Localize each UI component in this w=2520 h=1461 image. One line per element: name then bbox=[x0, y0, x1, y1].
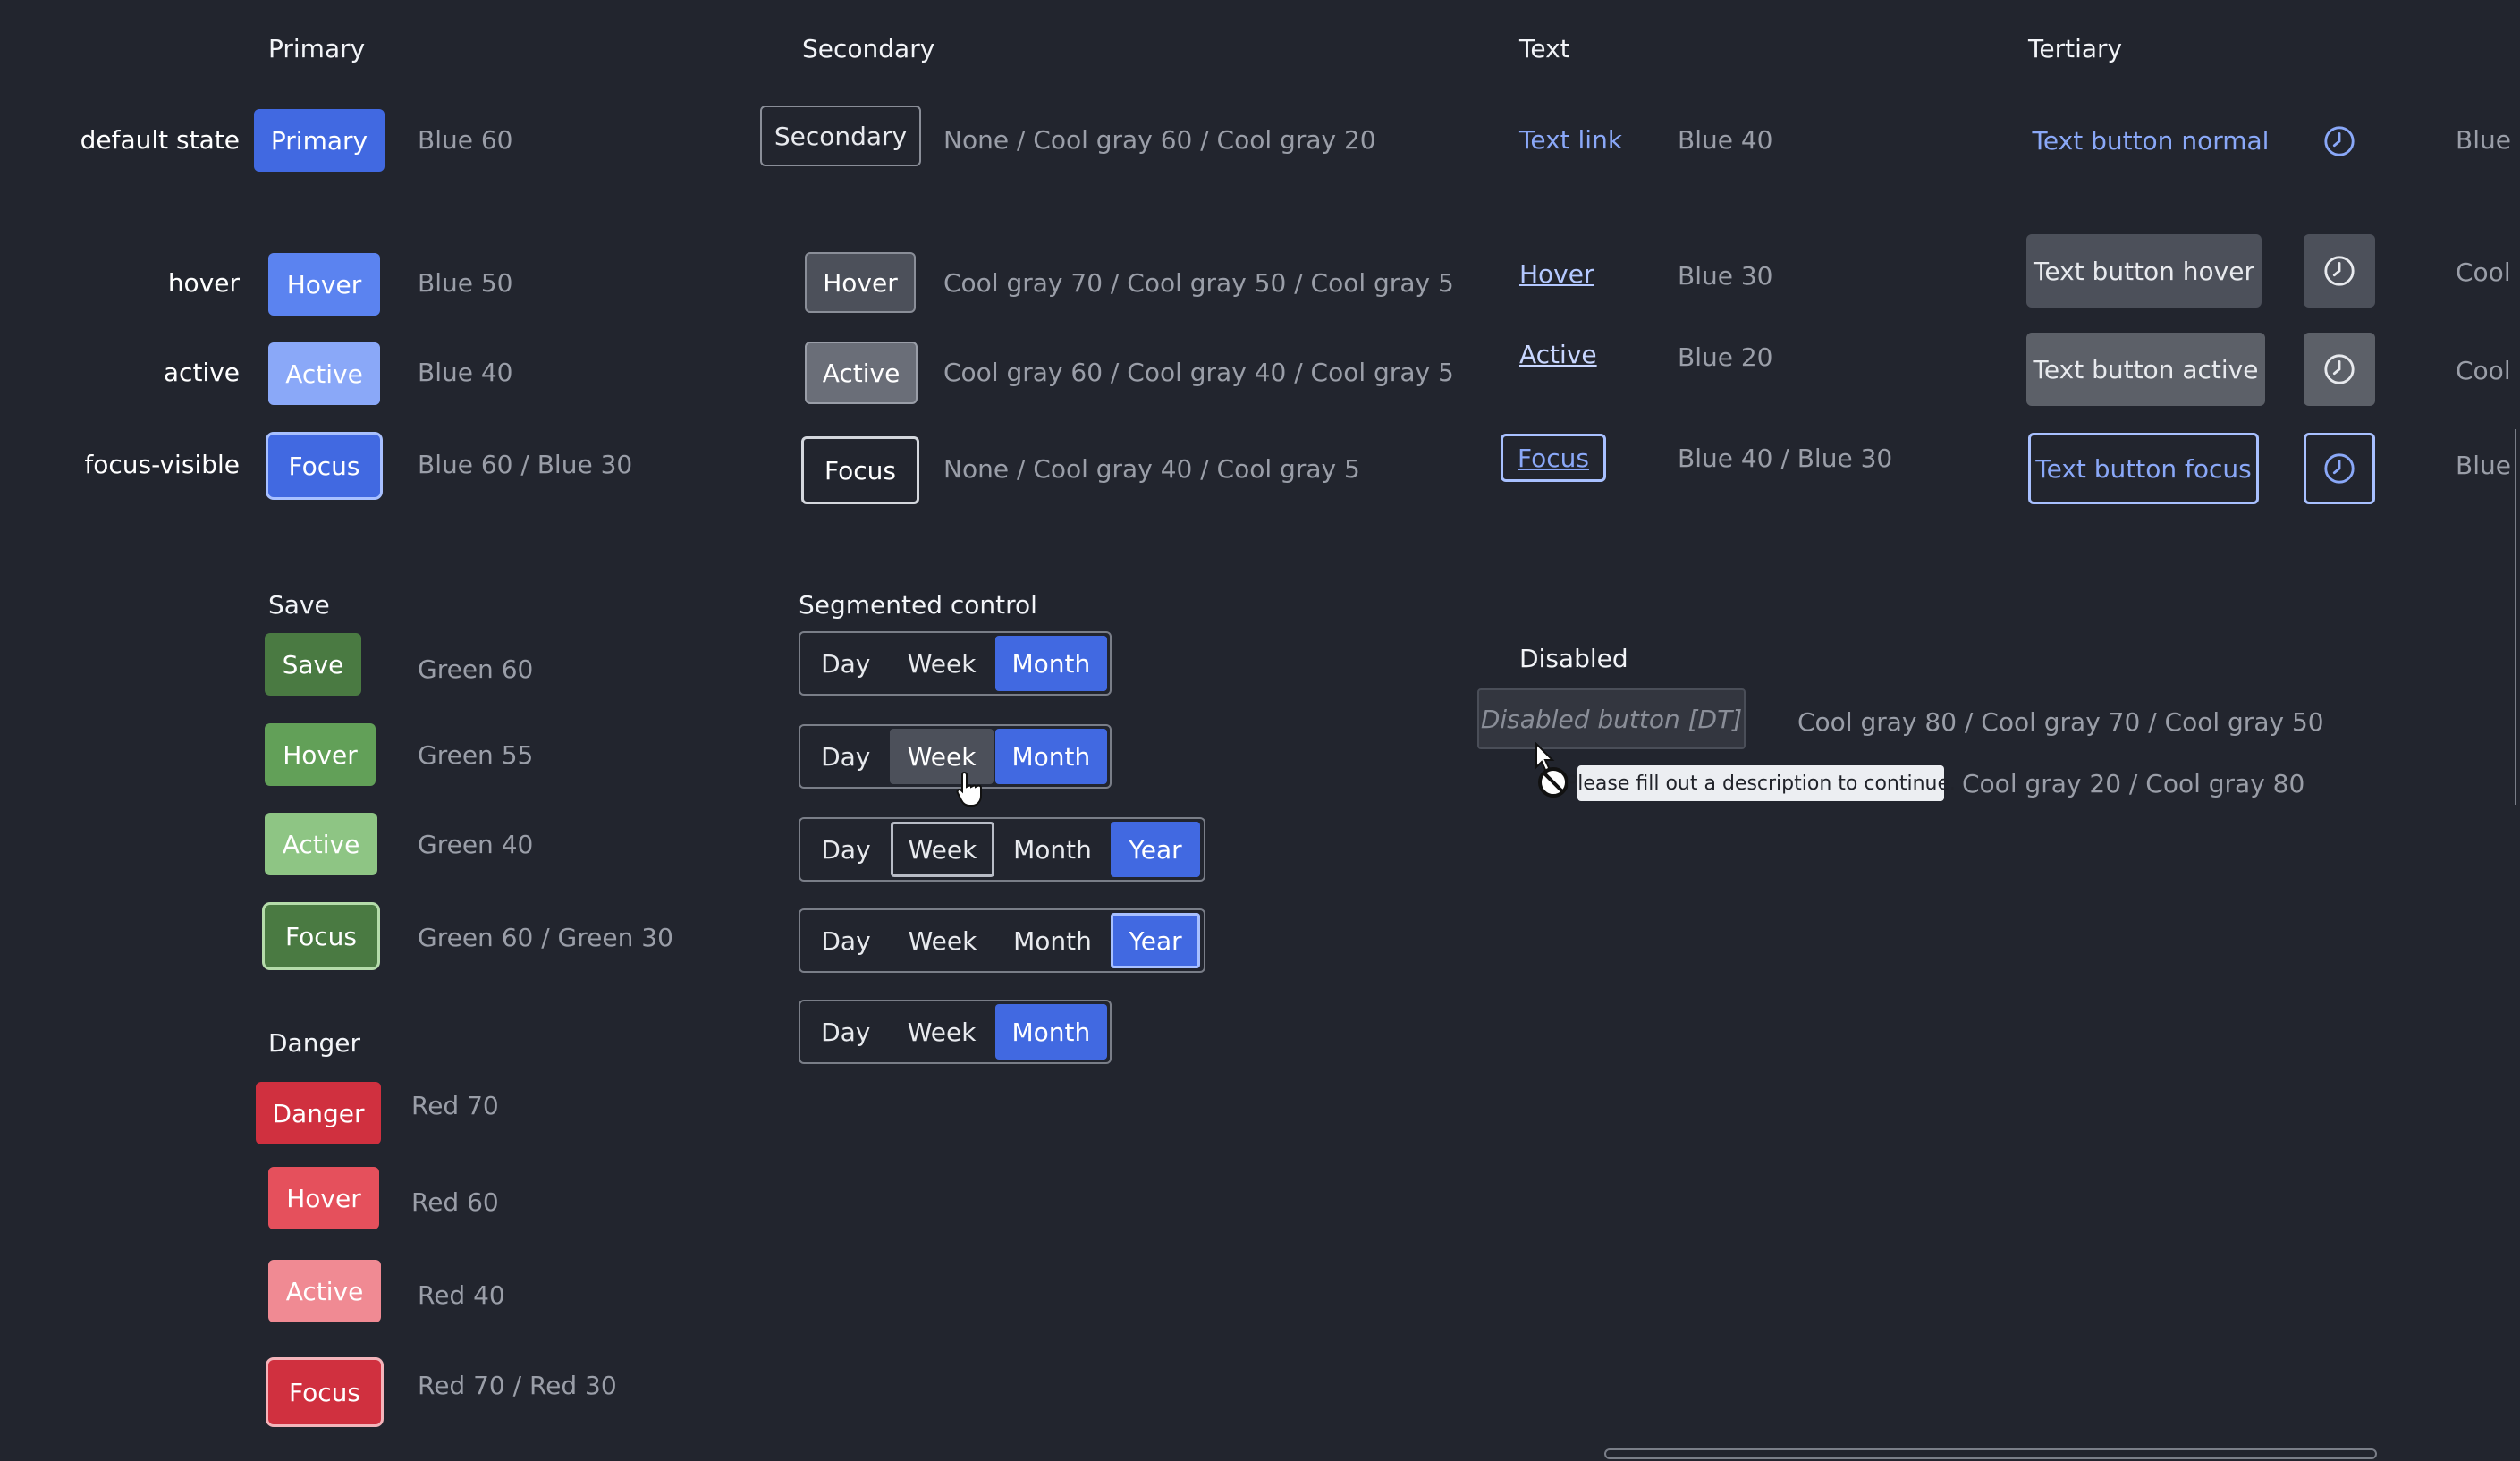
danger-active-note: Red 40 bbox=[418, 1280, 505, 1310]
text-link-focus-note: Blue 40 / Blue 30 bbox=[1678, 443, 1893, 473]
save-hover-note: Green 55 bbox=[418, 740, 534, 770]
text-button-active[interactable]: Text button active bbox=[2026, 333, 2265, 406]
clock-icon bbox=[2324, 256, 2355, 286]
heading-primary: Primary bbox=[268, 34, 366, 63]
segment-year[interactable]: Year bbox=[1111, 913, 1200, 968]
segment-year[interactable]: Year bbox=[1111, 822, 1200, 877]
disabled-button[interactable]: Disabled button [DT] bbox=[1477, 688, 1746, 749]
save-active-button[interactable]: Active bbox=[265, 813, 377, 875]
danger-default-note: Red 70 bbox=[411, 1091, 499, 1120]
primary-default-note: Blue 60 bbox=[418, 125, 513, 155]
secondary-hover-note: Cool gray 70 / Cool gray 50 / Cool gray … bbox=[943, 268, 1454, 298]
save-focus-note: Green 60 / Green 30 bbox=[418, 923, 673, 952]
state-label-focus: focus-visible bbox=[84, 450, 240, 479]
secondary-active-note: Cool gray 60 / Cool gray 40 / Cool gray … bbox=[943, 358, 1454, 387]
danger-hover-button[interactable]: Hover bbox=[268, 1167, 379, 1229]
danger-focus-button[interactable]: Focus bbox=[268, 1360, 381, 1424]
text-button-normal[interactable]: Text button normal bbox=[2025, 109, 2276, 172]
secondary-button[interactable]: Secondary bbox=[760, 106, 921, 166]
danger-focus-note: Red 70 / Red 30 bbox=[418, 1371, 617, 1400]
primary-active-note: Blue 40 bbox=[418, 358, 513, 387]
segment-week[interactable]: Week bbox=[891, 913, 994, 968]
heading-danger: Danger bbox=[268, 1028, 360, 1058]
clock-icon bbox=[2324, 354, 2355, 384]
tooltip: Please fill out a description to continu… bbox=[1566, 765, 1956, 801]
text-button-focus[interactable]: Text button focus bbox=[2028, 433, 2259, 504]
tertiary-focus-note: Blue 4 bbox=[2456, 451, 2520, 480]
heading-text: Text bbox=[1519, 34, 1570, 63]
tertiary-active-note: Cool g bbox=[2456, 356, 2520, 385]
primary-active-button[interactable]: Active bbox=[268, 342, 380, 405]
tooltip-note: Cool gray 20 / Cool gray 80 bbox=[1962, 769, 2305, 798]
segment-week[interactable]: Week bbox=[891, 822, 994, 877]
save-default-note: Green 60 bbox=[418, 654, 534, 684]
primary-focus-note: Blue 60 / Blue 30 bbox=[418, 450, 633, 479]
segment-day[interactable]: Day bbox=[803, 913, 889, 968]
state-label-default: default state bbox=[80, 125, 240, 155]
danger-hover-note: Red 60 bbox=[411, 1187, 499, 1217]
segmented-control-focus: Day Week Month Year bbox=[799, 817, 1205, 882]
text-link[interactable]: Text link bbox=[1519, 125, 1622, 155]
icon-button-hover[interactable] bbox=[2304, 234, 2375, 308]
vertical-scrollbar[interactable] bbox=[2515, 429, 2520, 805]
clock-icon bbox=[2324, 453, 2355, 484]
primary-focus-button[interactable]: Focus bbox=[268, 435, 380, 497]
danger-button[interactable]: Danger bbox=[256, 1082, 381, 1144]
heading-secondary: Secondary bbox=[802, 34, 935, 63]
hand-cursor-icon bbox=[956, 771, 982, 807]
tertiary-normal-note: Blue 4 bbox=[2456, 125, 2520, 155]
heading-disabled: Disabled bbox=[1519, 644, 1628, 673]
state-label-active: active bbox=[163, 358, 240, 387]
heading-tertiary: Tertiary bbox=[2028, 34, 2123, 63]
tertiary-hover-note: Cool g bbox=[2456, 258, 2520, 287]
primary-button[interactable]: Primary bbox=[254, 109, 385, 172]
secondary-default-note: None / Cool gray 60 / Cool gray 20 bbox=[943, 125, 1376, 155]
primary-hover-button[interactable]: Hover bbox=[268, 253, 380, 316]
segmented-control-default: Day Week Month bbox=[799, 631, 1112, 696]
segment-month[interactable]: Month bbox=[994, 1004, 1107, 1060]
heading-segmented-control: Segmented control bbox=[799, 590, 1037, 620]
secondary-hover-button[interactable]: Hover bbox=[805, 252, 916, 313]
save-focus-button[interactable]: Focus bbox=[265, 905, 377, 967]
clock-icon bbox=[2324, 126, 2355, 156]
segment-month[interactable]: Month bbox=[994, 729, 1107, 784]
segment-week[interactable]: Week bbox=[890, 636, 993, 691]
text-button-hover[interactable]: Text button hover bbox=[2026, 234, 2262, 308]
segment-day[interactable]: Day bbox=[803, 636, 888, 691]
secondary-active-button[interactable]: Active bbox=[805, 342, 918, 404]
segmented-control-basic: Day Week Month bbox=[799, 1000, 1112, 1064]
state-label-hover: hover bbox=[167, 268, 240, 298]
segment-month[interactable]: Month bbox=[996, 913, 1109, 968]
text-link-hover[interactable]: Hover bbox=[1519, 259, 1594, 289]
text-link-note: Blue 40 bbox=[1678, 125, 1773, 155]
secondary-focus-button[interactable]: Focus bbox=[801, 436, 919, 504]
primary-hover-note: Blue 50 bbox=[418, 268, 513, 298]
segmented-control-selected-focus: Day Week Month Year bbox=[799, 908, 1205, 973]
danger-active-button[interactable]: Active bbox=[268, 1260, 381, 1322]
segment-week[interactable]: Week bbox=[890, 1004, 993, 1060]
segment-day[interactable]: Day bbox=[803, 1004, 888, 1060]
segment-day[interactable]: Day bbox=[803, 822, 889, 877]
icon-button-normal[interactable] bbox=[2304, 106, 2375, 177]
horizontal-scrollbar[interactable] bbox=[1604, 1448, 2377, 1459]
text-link-active[interactable]: Active bbox=[1519, 340, 1597, 369]
disabled-note: Cool gray 80 / Cool gray 70 / Cool gray … bbox=[1797, 707, 2324, 737]
save-hover-button[interactable]: Hover bbox=[265, 723, 376, 786]
icon-button-active[interactable] bbox=[2304, 333, 2375, 406]
heading-save: Save bbox=[268, 590, 330, 620]
icon-button-focus[interactable] bbox=[2304, 433, 2375, 504]
save-active-note: Green 40 bbox=[418, 830, 534, 859]
segment-day[interactable]: Day bbox=[803, 729, 888, 784]
save-button[interactable]: Save bbox=[265, 633, 361, 696]
secondary-focus-note: None / Cool gray 40 / Cool gray 5 bbox=[943, 454, 1360, 484]
text-link-focus[interactable]: Focus bbox=[1501, 434, 1606, 482]
segment-month[interactable]: Month bbox=[994, 636, 1107, 691]
text-link-active-note: Blue 20 bbox=[1678, 342, 1773, 372]
segment-month[interactable]: Month bbox=[996, 822, 1109, 877]
text-link-hover-note: Blue 30 bbox=[1678, 261, 1773, 291]
